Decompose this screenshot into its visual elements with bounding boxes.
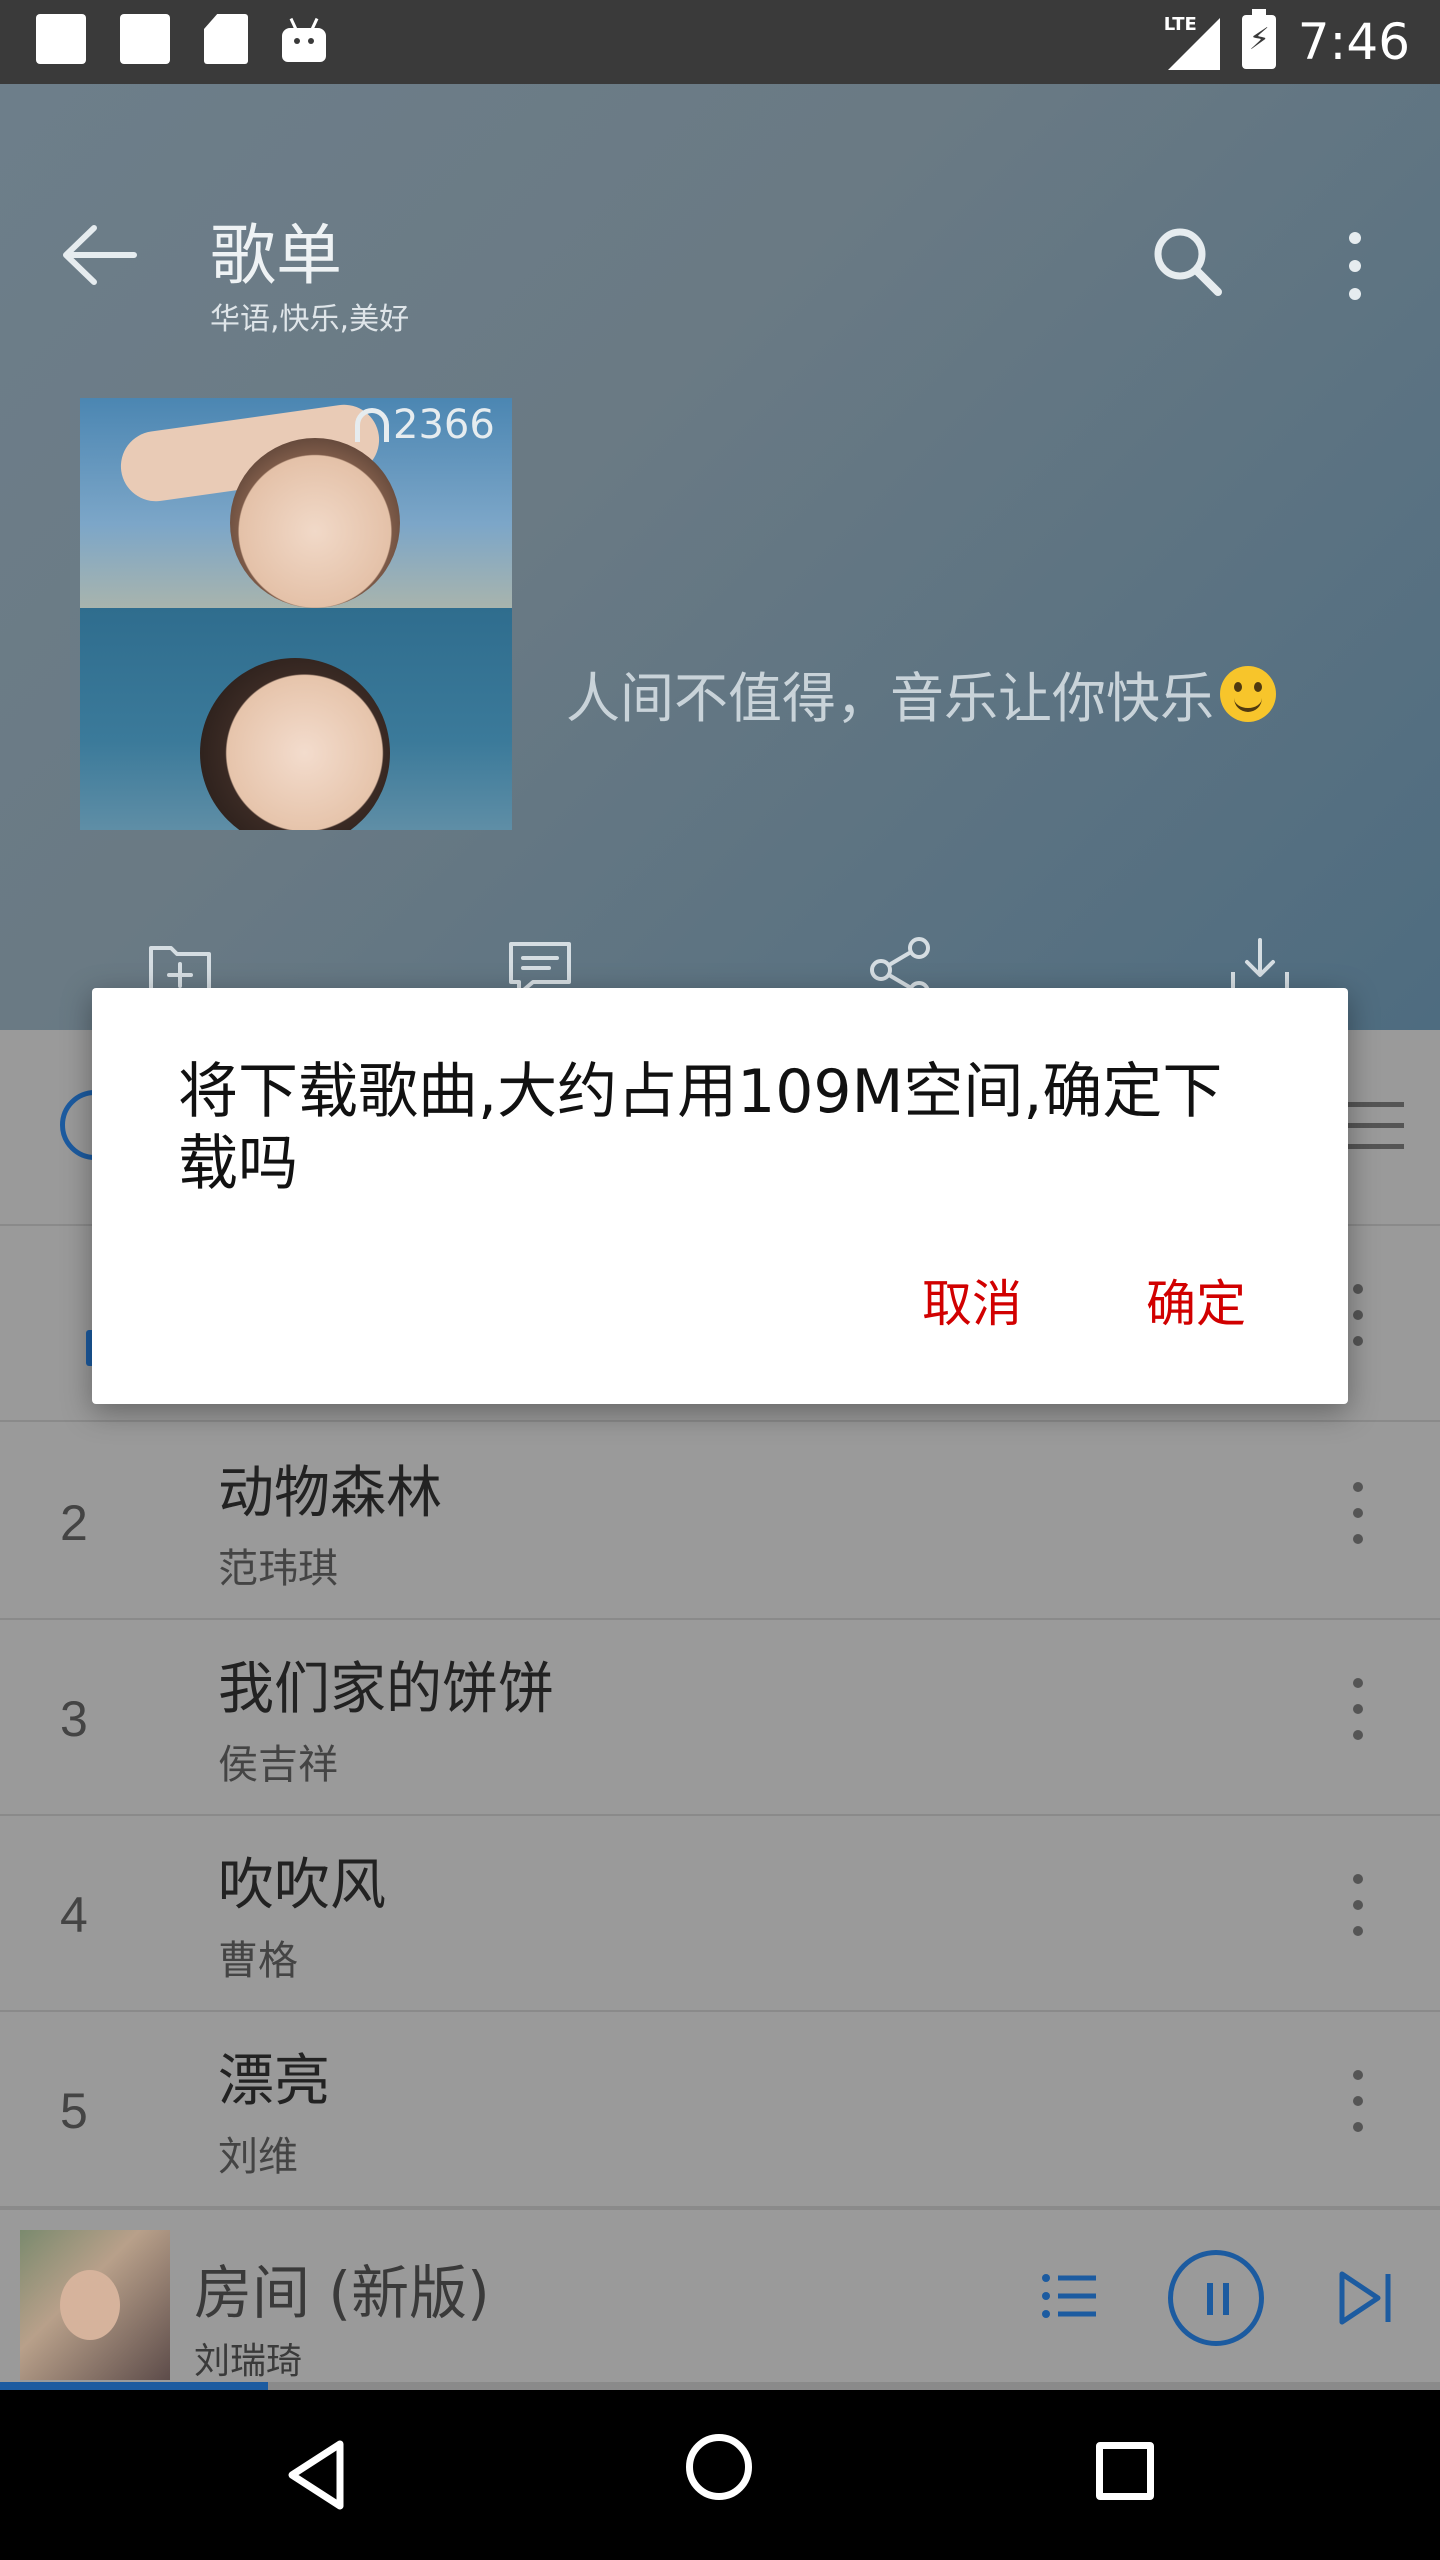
playlist-cover[interactable]	[80, 398, 512, 830]
song-more-icon[interactable]	[1350, 1482, 1366, 1562]
confirm-button[interactable]: 确定	[1146, 1264, 1246, 1336]
search-icon[interactable]	[1150, 224, 1224, 298]
playlist-queue-icon[interactable]	[1040, 2266, 1100, 2326]
battery-charging-icon: ⚡	[1241, 9, 1276, 69]
song-number: 3	[60, 1691, 88, 1747]
song-artist: 刘维	[218, 2134, 298, 2180]
play-count-value: 2366	[393, 402, 495, 448]
signal-icon: LTE	[1164, 14, 1220, 70]
song-title: 漂亮	[218, 2049, 330, 2114]
slogan-text: 人间不值得，音乐让你快乐	[566, 667, 1214, 730]
song-artist: 范玮琪	[218, 1546, 338, 1592]
smiley-emoji-icon	[1220, 665, 1276, 722]
download-confirm-dialog: 将下载歌曲,大约占用109M空间,确定下载吗 取消 确定	[92, 988, 1348, 1404]
song-number: 2	[60, 1495, 88, 1551]
song-title: 吹吹风	[218, 1853, 386, 1918]
album-art[interactable]	[20, 2230, 170, 2380]
song-more-icon[interactable]	[1350, 1284, 1366, 1364]
playback-progress[interactable]	[0, 2382, 1440, 2390]
nav-recents-icon[interactable]	[1096, 2442, 1154, 2500]
list-item[interactable]: 2 动物森林 范玮琪	[0, 1424, 1440, 1620]
notification-square-icon	[36, 14, 86, 64]
song-title: 我们家的饼饼	[218, 1657, 554, 1722]
song-title: 动物森林	[218, 1461, 442, 1526]
song-artist: 曹格	[218, 1938, 298, 1984]
multi-select-icon[interactable]	[1346, 1102, 1404, 1152]
playlist-description: 人间不值得，音乐让你快乐	[566, 654, 1276, 733]
more-options-icon[interactable]	[1340, 224, 1370, 314]
back-arrow-icon[interactable]	[58, 220, 138, 290]
page-title: 歌单	[210, 217, 342, 294]
list-item[interactable]: 4 吹吹风 曹格	[0, 1816, 1440, 2012]
next-track-icon[interactable]	[1336, 2268, 1396, 2328]
list-item[interactable]: 5 漂亮 刘维	[0, 2012, 1440, 2208]
network-type: LTE	[1163, 14, 1197, 35]
dialog-message: 将下载歌曲,大约占用109M空间,确定下载吗	[178, 1057, 1223, 1199]
page-subtitle: 华语,快乐,美好	[210, 302, 410, 337]
cancel-button[interactable]: 取消	[922, 1264, 1022, 1336]
now-playing-artist: 刘瑞琦	[194, 2341, 303, 2382]
playback-progress-fill	[0, 2382, 268, 2390]
play-count: 2366	[355, 402, 495, 448]
status-bar: LTE ⚡ 7:46	[0, 0, 1440, 84]
nav-home-icon[interactable]	[686, 2434, 752, 2500]
android-icon	[282, 17, 326, 64]
song-artist: 侯吉祥	[218, 1742, 338, 1788]
mini-player[interactable]: 房间 (新版) 刘瑞琦	[0, 2208, 1440, 2386]
headphones-icon	[355, 408, 389, 442]
list-item[interactable]: 3 我们家的饼饼 侯吉祥	[0, 1620, 1440, 1816]
navigation-bar	[0, 2390, 1440, 2560]
song-number: 5	[60, 2083, 88, 2139]
song-more-icon[interactable]	[1350, 1678, 1366, 1758]
pause-button[interactable]	[1168, 2250, 1264, 2346]
song-more-icon[interactable]	[1350, 1874, 1366, 1954]
sd-card-icon	[204, 14, 248, 64]
playlist-header: 歌单 华语,快乐,美好 2366 人间不值得，音乐让你快乐	[0, 84, 1440, 1074]
nav-back-icon[interactable]	[282, 2438, 356, 2512]
song-number: 4	[60, 1887, 88, 1943]
now-playing-title: 房间 (新版)	[194, 2259, 490, 2327]
clock: 7:46	[1297, 13, 1410, 71]
song-more-icon[interactable]	[1350, 2070, 1366, 2150]
notification-square-icon	[120, 14, 170, 64]
